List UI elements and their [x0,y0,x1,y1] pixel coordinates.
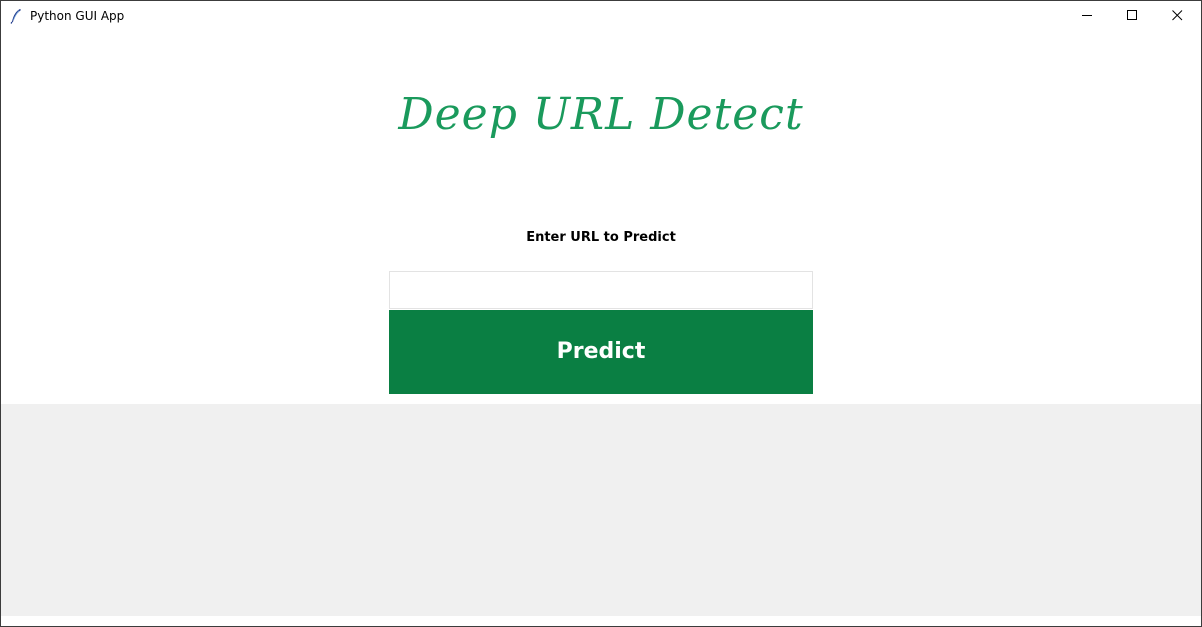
url-input[interactable] [389,271,813,309]
main-content: Deep URL Detect Enter URL to Predict Pre… [1,31,1201,626]
url-label: Enter URL to Predict [526,230,676,245]
predict-button[interactable]: Predict [389,310,813,394]
maximize-icon [1127,10,1137,20]
close-button[interactable] [1155,1,1200,31]
feather-icon [10,8,24,24]
minimize-button[interactable] [1065,1,1110,31]
lower-panel [1,404,1201,616]
bottom-strip [1,616,1201,626]
title-bar[interactable]: Python GUI App [1,1,1201,31]
window-title: Python GUI App [30,9,125,23]
page-title: Deep URL Detect [398,89,804,140]
close-icon [1172,10,1183,21]
maximize-button[interactable] [1110,1,1155,31]
app-window: Python GUI App Deep URL Detect Enter URL… [0,0,1202,627]
minimize-icon [1082,15,1092,16]
